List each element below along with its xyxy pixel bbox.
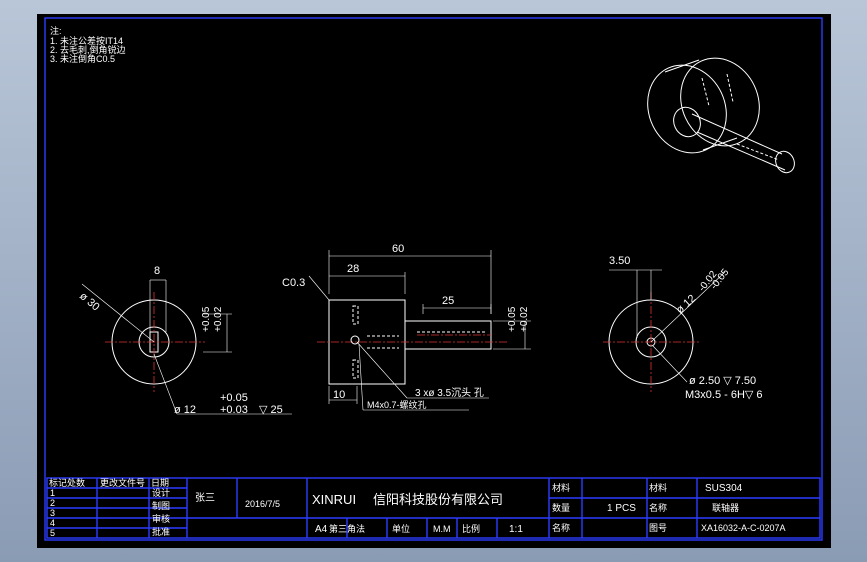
scale-label: 比例 xyxy=(462,523,480,534)
part-name: 联轴器 xyxy=(712,502,739,513)
side-tol-lower: +0.02 xyxy=(519,306,530,332)
qty-label: 数量 xyxy=(552,502,570,513)
unit-value: M.M xyxy=(433,524,451,534)
rev-header-2: 处数 xyxy=(67,477,85,488)
side-holes-label: 3 xø 3.5沉头 孔 xyxy=(415,386,484,399)
rev-header-3: 更改文件号 xyxy=(100,477,145,488)
front-bore-tol-lower: +0.03 xyxy=(220,404,248,416)
right-view: 3.50 ø 12 -0.02 -0.05 ø 2.50 ▽ 7.50 M3x0… xyxy=(603,255,763,401)
front-bore-tol-upper: +0.05 xyxy=(220,392,248,404)
designer-label: 设计 xyxy=(152,487,170,498)
approver-label: 批准 xyxy=(152,526,170,537)
side-view: 60 28 25 10 C0.3 +0.05 +0.02 3 xø 3.5沉头 … xyxy=(282,243,531,411)
front-view: ø 30 8 +0.05 +0.02 +0.05 ø 12 +0.03 ▽ 25 xyxy=(77,265,292,416)
part-label: 图号 xyxy=(649,523,667,533)
right-offset: 3.50 xyxy=(609,255,630,267)
side-len-body: 28 xyxy=(347,263,359,275)
front-tol-lower: +0.02 xyxy=(213,306,224,332)
right-dia: ø 12 xyxy=(674,293,698,317)
side-tol-upper: +0.05 xyxy=(507,306,518,332)
note-line-3: 3. 未注倒角C0.5 xyxy=(50,53,115,64)
checker-label: 审核 xyxy=(152,513,170,524)
right-thread-label: M3x0.5 - 6H▽ 6 xyxy=(685,389,763,401)
rev-row-4: 4 xyxy=(50,518,55,528)
right-hole-label: ø 2.50 ▽ 7.50 xyxy=(689,375,756,387)
rev-header-1: 标记 xyxy=(49,477,67,488)
rev-header-4: 日期 xyxy=(151,478,169,488)
side-len-shaft: 25 xyxy=(442,295,454,307)
title-block: 标记 处数 更改文件号 日期 1 2 3 4 5 设计 制图 审核 批准 张三 … xyxy=(46,477,821,539)
company-en: XINRUI xyxy=(312,492,356,507)
drawer-label: 制图 xyxy=(152,500,170,511)
side-len-small: 10 xyxy=(333,389,345,401)
front-dia: ø 30 xyxy=(77,290,102,313)
notes: 注: 1. 未注公差按IT14 2. 去毛刺,倒角锐边 3. 未注倒角C0.5 xyxy=(50,25,126,64)
part-number: XA16032-A-C-0207A xyxy=(701,523,786,533)
drawing-date: 2016/7/5 xyxy=(245,499,280,509)
material-value: SUS304 xyxy=(705,483,743,494)
cad-viewport[interactable]: 注: 1. 未注公差按IT14 2. 去毛刺,倒角锐边 3. 未注倒角C0.5 … xyxy=(37,14,831,548)
name-label: 名称 xyxy=(552,522,570,533)
rev-row-1: 1 xyxy=(50,488,55,498)
side-len-total: 60 xyxy=(392,243,404,255)
material-label: 材料 xyxy=(552,482,570,493)
rev-row-3: 3 xyxy=(50,508,55,518)
qty-value: 1 PCS xyxy=(607,503,636,514)
name-label-right: 名称 xyxy=(649,502,667,513)
material-label-right: 材料 xyxy=(649,482,667,493)
front-bore-label: ø 12 xyxy=(174,404,196,416)
scale-value: 1:1 xyxy=(509,524,523,535)
projection: 第三角法 xyxy=(329,523,365,534)
front-key-width: 8 xyxy=(154,265,160,277)
unit-label: 单位 xyxy=(392,523,410,534)
side-thread-label: M4x0.7-螺纹孔 xyxy=(367,399,427,410)
company-cn: 信阳科技股份有限公司 xyxy=(373,492,503,507)
front-bore-depth: ▽ 25 xyxy=(259,404,283,416)
drawing-canvas: 注: 1. 未注公差按IT14 2. 去毛刺,倒角锐边 3. 未注倒角C0.5 … xyxy=(44,17,823,541)
paper-size: A4 xyxy=(315,524,328,535)
rev-row-2: 2 xyxy=(50,498,55,508)
side-chamfer: C0.3 xyxy=(282,277,305,289)
rev-row-5: 5 xyxy=(50,528,55,538)
designer-name: 张三 xyxy=(195,492,215,504)
front-tol-upper: +0.05 xyxy=(201,306,212,332)
isometric-view xyxy=(647,57,795,174)
notes-title: 注: xyxy=(50,25,62,36)
